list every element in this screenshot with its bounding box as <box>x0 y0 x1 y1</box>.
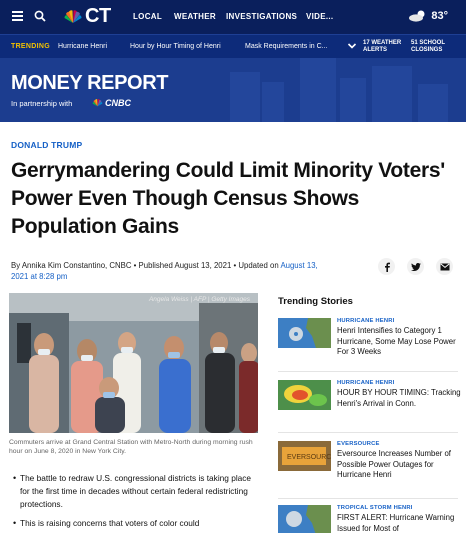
trending-link[interactable]: Hurricane Henri <box>58 43 107 50</box>
story-headline[interactable]: FIRST ALERT: Hurricane Warning Issued fo… <box>337 513 462 533</box>
menu-icon[interactable] <box>12 11 23 21</box>
peacock-icon <box>64 9 82 23</box>
money-report-banner: MONEY REPORT In partnership with CNBC <box>0 58 466 122</box>
article-summary: • The battle to redraw U.S. congressiona… <box>13 472 258 533</box>
trending-link[interactable]: Mask Requirements in C... <box>245 43 327 50</box>
truck-thumbnail: EVERSOURCE <box>278 441 331 471</box>
nav-link-investigations[interactable]: INVESTIGATIONS <box>226 12 306 21</box>
article-category[interactable]: DONALD TRUMP <box>11 140 82 150</box>
article-summary-clip: • The battle to redraw U.S. congressiona… <box>0 466 270 533</box>
story-tag: HURRICANE HENRI <box>337 318 395 324</box>
nav-link-local[interactable]: LOCAL <box>133 12 174 21</box>
weather-temperature: 83° <box>431 9 448 22</box>
cnbc-logo[interactable]: CNBC <box>92 98 131 108</box>
photo-credit: Angela Weiss | AFP | Getty Images <box>148 296 250 303</box>
search-icon[interactable] <box>34 10 46 22</box>
top-navigation: CT LOCAL WEATHER INVESTIGATIONS VIDE... … <box>0 0 466 34</box>
radar-thumbnail <box>278 380 331 410</box>
svg-text:EVERSOURCE: EVERSOURCE <box>287 454 331 461</box>
weather-widget[interactable]: 83° <box>408 9 448 22</box>
trending-label: TRENDING <box>11 43 50 50</box>
weather-alerts-count: 17 WEATHER <box>363 40 402 46</box>
facebook-icon <box>384 262 390 272</box>
nav-link-weather[interactable]: WEATHER <box>174 12 226 21</box>
cnbc-logo-text: CNBC <box>105 98 131 108</box>
story-tag: EVERSOURCE <box>337 441 380 447</box>
article-byline: By Annika Kim Constantino, CNBC • Publis… <box>11 260 331 282</box>
article-photo: Angela Weiss | AFP | Getty Images <box>9 293 258 433</box>
weather-alerts-link[interactable]: 17 WEATHER ALERTS <box>363 40 401 54</box>
byline-text: By Annika Kim Constantino, CNBC • Publis… <box>11 261 279 270</box>
commuters-photo <box>9 293 258 433</box>
photo-caption: Commuters arrive at Grand Central Statio… <box>9 439 253 455</box>
money-report-title: MONEY REPORT <box>11 72 169 94</box>
story-divider <box>278 371 458 372</box>
story-divider <box>278 432 458 433</box>
story-headline[interactable]: HOUR BY HOUR TIMING: Tracking Henri's Ar… <box>337 388 462 409</box>
closings-label: CLOSINGS <box>411 47 443 53</box>
map-thumbnail <box>278 318 331 348</box>
email-icon <box>440 263 449 270</box>
trending-stories-title: Trending Stories <box>278 296 353 307</box>
peacock-icon <box>92 99 103 107</box>
facebook-share-button[interactable] <box>378 258 395 275</box>
story-headline[interactable]: Eversource Increases Number of Possible … <box>337 449 462 481</box>
site-logo[interactable]: CT <box>64 5 111 28</box>
summary-bullet-text: The battle to redraw U.S. congressional … <box>20 473 252 509</box>
twitter-share-button[interactable] <box>407 258 424 275</box>
summary-bullet: • The battle to redraw U.S. congressiona… <box>13 472 258 511</box>
article-headline: Gerrymandering Could Limit Minority Vote… <box>11 159 445 238</box>
summary-bullet: • This is raising concerns that voters o… <box>13 518 200 528</box>
story-divider <box>278 498 458 499</box>
logo-text: CT <box>85 5 111 27</box>
closings-link[interactable]: 51 SCHOOL CLOSINGS <box>411 40 445 54</box>
story-tag: HURRICANE HENRI <box>337 380 395 386</box>
chevron-down-icon[interactable] <box>347 41 357 51</box>
nav-links: LOCAL WEATHER INVESTIGATIONS VIDE... <box>133 12 333 21</box>
twitter-icon <box>410 262 421 271</box>
weather-alerts-label: ALERTS <box>363 47 387 53</box>
closings-count: 51 SCHOOL <box>411 40 446 46</box>
summary-bullet-text: This is raising concerns that voters of … <box>20 518 200 528</box>
partnership-text: In partnership with <box>11 99 73 108</box>
trending-link[interactable]: Hour by Hour Timing of Henri <box>130 43 221 50</box>
email-share-button[interactable] <box>436 258 453 275</box>
partly-cloudy-icon <box>409 10 425 22</box>
trending-bar: TRENDING Hurricane Henri Hour by Hour Ti… <box>0 34 466 58</box>
story-headline[interactable]: Henri Intensifies to Category 1 Hurrican… <box>337 326 462 358</box>
story-tag: TROPICAL STORM HENRI <box>337 505 413 511</box>
nav-link-video[interactable]: VIDE... <box>306 12 333 21</box>
map-thumbnail <box>278 505 331 533</box>
